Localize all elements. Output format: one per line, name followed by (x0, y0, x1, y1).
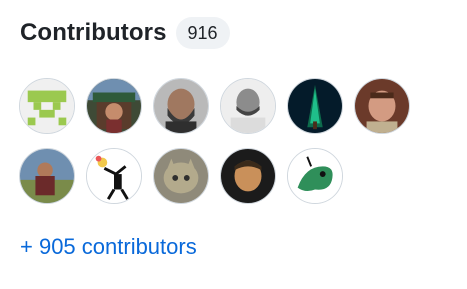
avatar-11[interactable] (287, 148, 343, 204)
avatar-10[interactable] (220, 148, 276, 204)
avatar-4[interactable] (220, 78, 276, 134)
avatar-row (19, 148, 439, 204)
more-contributors-link[interactable]: + 905 contributors (20, 234, 197, 260)
avatar-2[interactable] (86, 78, 142, 134)
section-title[interactable]: Contributors (20, 19, 167, 47)
avatar-3[interactable] (153, 78, 209, 134)
avatar-7[interactable] (19, 148, 75, 204)
avatar-8[interactable] (86, 148, 142, 204)
avatar-row (19, 78, 439, 134)
avatar-1[interactable] (19, 78, 75, 134)
avatar-grid (19, 78, 439, 218)
avatar-6[interactable] (354, 78, 410, 134)
contributors-count-badge: 916 (175, 17, 230, 49)
avatar-9[interactable] (153, 148, 209, 204)
contributors-header: Contributors 916 (20, 14, 230, 52)
avatar-5[interactable] (287, 78, 343, 134)
